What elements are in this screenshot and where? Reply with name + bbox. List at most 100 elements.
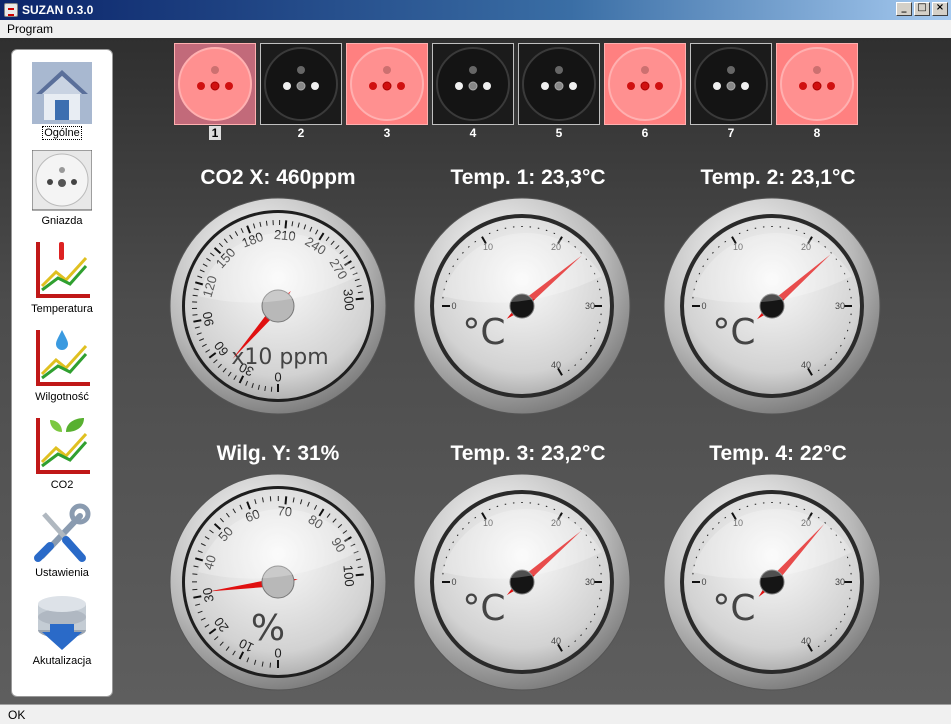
- sidebar-item-ogolne[interactable]: Ogólne: [12, 62, 112, 150]
- sidebar-item-label: Akutalizacja: [32, 655, 92, 667]
- app-icon: [4, 3, 18, 17]
- close-button[interactable]: ×: [932, 2, 948, 16]
- gauge-title: Temp. 1: 23,3°C: [450, 166, 606, 189]
- sidebar-item-label: Wilgotność: [35, 391, 89, 403]
- gauge-tick-label: 40: [551, 636, 561, 646]
- temperature-gauge: 010203040°C: [663, 473, 881, 691]
- sidebar-item-co2[interactable]: CO2: [12, 414, 112, 502]
- socket-icon: [350, 47, 424, 121]
- sidebar-item-ustawienia[interactable]: Ustawienia: [12, 502, 112, 590]
- socket-tile-7[interactable]: 7: [690, 43, 772, 143]
- gauge-unit-label: %: [251, 608, 285, 649]
- socket-icon: [32, 150, 92, 211]
- sidebar-item-label: Temperatura: [31, 303, 93, 315]
- socket-button[interactable]: [432, 43, 514, 125]
- status-bar: OK: [0, 704, 951, 724]
- gauge-tick-label: 30: [585, 577, 595, 587]
- socket-icon: [608, 47, 682, 121]
- gauge-title: Wilg. Y: 31%: [216, 442, 340, 465]
- gauge-tick-label: 30: [835, 577, 845, 587]
- house-icon: [32, 62, 92, 124]
- socket-number: 5: [555, 126, 563, 140]
- socket-icon: [780, 47, 854, 121]
- gauge-tick-label: 0: [701, 577, 706, 587]
- main-content: Ogólne Gniazda Temperatura Wilgotność CO…: [0, 38, 951, 704]
- socket-icon: [436, 47, 510, 121]
- socket-number: 8: [813, 126, 821, 140]
- gauge-tick: [265, 220, 268, 226]
- socket-icon: [522, 47, 596, 121]
- gauge-tick-label: 0: [274, 370, 281, 385]
- socket-tile-2[interactable]: 2: [260, 43, 342, 143]
- socket-tile-3[interactable]: 3: [346, 43, 428, 143]
- gauge-tick-label: 300: [340, 288, 357, 311]
- temperature-gauge: 010203040°C: [413, 197, 631, 415]
- maximize-button[interactable]: □: [914, 2, 930, 16]
- sockets-row: 1 2 3 4 5 6 7 8: [174, 43, 864, 143]
- sidebar: Ogólne Gniazda Temperatura Wilgotność CO…: [11, 49, 113, 697]
- gauge-unit-label: °C: [712, 588, 755, 629]
- gauge-tick: [192, 294, 198, 297]
- gauge-title: Temp. 4: 22°C: [709, 442, 847, 465]
- temperature-gauge: 010203040°C: [413, 473, 631, 691]
- gauge-tick-label: 0: [451, 577, 456, 587]
- gauge-unit-label: °C: [712, 312, 755, 353]
- socket-number: 7: [727, 126, 735, 140]
- socket-icon: [264, 47, 338, 121]
- socket-tile-4[interactable]: 4: [432, 43, 514, 143]
- socket-tile-6[interactable]: 6: [604, 43, 686, 143]
- socket-button[interactable]: [776, 43, 858, 125]
- gauge-tick-label: 40: [801, 360, 811, 370]
- window-title: SUZAN 0.3.0: [22, 3, 94, 17]
- gauge-unit-label: °C: [462, 312, 505, 353]
- sidebar-item-akutalizacja[interactable]: Akutalizacja: [12, 590, 112, 678]
- gauge-tick-label: 40: [551, 360, 561, 370]
- gauge-tick: [192, 314, 198, 316]
- title-bar: SUZAN 0.3.0 _ □ ×: [0, 0, 951, 20]
- socket-icon: [694, 47, 768, 121]
- gauge-tick-label: 100: [340, 564, 357, 587]
- sidebar-item-label: CO2: [50, 479, 74, 491]
- gauge-title: CO2 X: 460ppm: [200, 166, 356, 189]
- gauge-tick-label: 40: [801, 636, 811, 646]
- socket-number: 6: [641, 126, 649, 140]
- gauge-tick-label: 30: [835, 301, 845, 311]
- gauge-title: Temp. 2: 23,1°C: [700, 166, 856, 189]
- socket-tile-8[interactable]: 8: [776, 43, 858, 143]
- menu-program[interactable]: Program: [7, 22, 53, 36]
- gauge-tick-label: 0: [451, 301, 456, 311]
- sidebar-item-label: Ustawienia: [35, 567, 89, 579]
- sidebar-item-label: Gniazda: [41, 215, 83, 227]
- humidity-chart-icon: [36, 330, 90, 386]
- gauge-unit-label: x10 ppm: [231, 345, 328, 370]
- sidebar-item-wilgotnosc[interactable]: Wilgotność: [12, 326, 112, 414]
- temperature-chart-icon: [36, 242, 90, 298]
- sidebar-item-label: Ogólne: [42, 126, 82, 140]
- co2-gauge: 0306090120150180210240270300x10 ppm: [169, 197, 387, 415]
- socket-button[interactable]: [604, 43, 686, 125]
- socket-tile-5[interactable]: 5: [518, 43, 600, 143]
- window-controls: _ □ ×: [896, 2, 948, 16]
- gauge-title: Temp. 3: 23,2°C: [450, 442, 606, 465]
- temperature-gauge: 010203040°C: [663, 197, 881, 415]
- socket-number: 2: [297, 126, 305, 140]
- minimize-button[interactable]: _: [896, 2, 912, 16]
- gauge-tick-label: 30: [585, 301, 595, 311]
- tools-icon: [34, 503, 91, 562]
- socket-icon: [178, 47, 252, 121]
- update-database-icon: [38, 596, 86, 650]
- socket-button[interactable]: [690, 43, 772, 125]
- sidebar-item-gniazda[interactable]: Gniazda: [12, 150, 112, 238]
- socket-button[interactable]: [260, 43, 342, 125]
- socket-button[interactable]: [518, 43, 600, 125]
- gauge-tick-label: 90: [199, 310, 216, 327]
- socket-button[interactable]: [346, 43, 428, 125]
- sidebar-item-temperatura[interactable]: Temperatura: [12, 238, 112, 326]
- menu-bar: Program: [0, 20, 951, 38]
- socket-tile-1[interactable]: 1: [174, 43, 256, 143]
- co2-chart-icon: [36, 418, 90, 474]
- humidity-gauge: 0102030405060708090100%: [169, 473, 387, 691]
- gauge-tick-label: 30: [199, 586, 216, 603]
- socket-number: 3: [383, 126, 391, 140]
- socket-button[interactable]: [174, 43, 256, 125]
